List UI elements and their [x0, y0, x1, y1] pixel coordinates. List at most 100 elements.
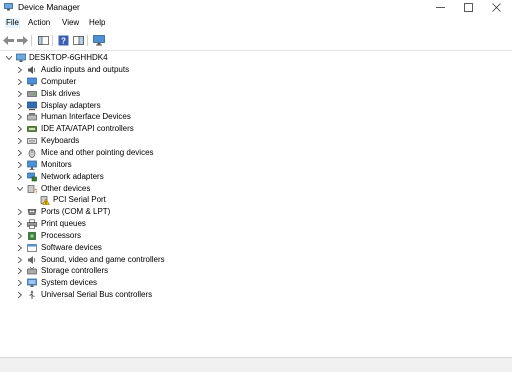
chevron-right-icon[interactable] — [16, 254, 24, 266]
warning-device-icon: ! — [40, 196, 50, 205]
tree-category-item[interactable]: Software devices — [0, 242, 260, 254]
disk-icon — [27, 90, 37, 97]
properties-button[interactable] — [71, 34, 85, 47]
ide-icon — [27, 126, 37, 133]
usb-icon — [29, 290, 35, 300]
network-icon — [27, 172, 37, 181]
tree-item-label: Processors — [41, 230, 82, 240]
chevron-right-icon[interactable] — [16, 88, 24, 100]
tree-root[interactable]: DESKTOP-6GHHDK4 — [0, 52, 200, 64]
tree-category-item[interactable]: Keyboards — [0, 135, 260, 147]
tree-item-label: Other devices — [41, 183, 91, 193]
chevron-right-icon[interactable] — [16, 289, 24, 301]
chevron-right-icon[interactable] — [16, 147, 24, 159]
tree-category-item[interactable]: System devices — [0, 277, 260, 289]
tree-root-label: DESKTOP-6GHHDK4 — [29, 53, 108, 62]
tree-category-item[interactable]: Disk drives — [0, 88, 260, 100]
tree-item-label: IDE ATA/ATAPI controllers — [41, 124, 134, 134]
tree-category-item[interactable]: Sound, video and game controllers — [0, 254, 260, 266]
chevron-right-icon[interactable] — [16, 159, 24, 171]
computer-icon — [27, 77, 37, 86]
chevron-down-icon[interactable] — [5, 52, 13, 64]
tree-item-label: Ports (COM & LPT) — [41, 207, 111, 217]
device-tree: DESKTOP-6GHHDK4 Audio inputs and outputs… — [0, 51, 512, 356]
chevron-right-icon[interactable] — [16, 64, 24, 76]
menu-action[interactable]: Action — [27, 18, 51, 28]
forward-arrow-icon — [16, 36, 28, 45]
chevron-right-icon[interactable] — [16, 100, 24, 112]
chevron-right-icon[interactable] — [16, 206, 24, 218]
tree-category-item[interactable]: Storage controllers — [0, 265, 260, 277]
chevron-right-icon[interactable] — [16, 265, 24, 277]
minimize-icon — [435, 7, 445, 8]
hid-icon — [27, 113, 37, 121]
title-bar: Device Manager — [0, 0, 512, 15]
tree-category-item[interactable]: IDE ATA/ATAPI controllers — [0, 123, 260, 135]
tree-item-label: Monitors — [41, 159, 72, 169]
tree-category-item[interactable]: Monitors — [0, 159, 260, 171]
status-bar — [0, 357, 512, 372]
processor-icon — [28, 232, 36, 240]
tree-item-label: Audio inputs and outputs — [41, 65, 130, 74]
tree-category-item[interactable]: Audio inputs and outputs — [0, 64, 260, 76]
chevron-right-icon[interactable] — [16, 135, 24, 147]
tree-category-item[interactable]: Human Interface Devices — [0, 111, 260, 123]
tree-category-item[interactable]: Computer — [0, 76, 260, 88]
properties-pane-icon — [72, 36, 84, 45]
chevron-right-icon[interactable] — [16, 242, 24, 254]
help-button[interactable]: ? — [56, 34, 70, 47]
chevron-right-icon[interactable] — [16, 277, 24, 289]
tree-category-item[interactable]: Ports (COM & LPT) — [0, 206, 260, 218]
chevron-right-icon[interactable] — [16, 123, 24, 135]
menu-help[interactable]: Help — [88, 18, 106, 28]
tree-item-label: Mice and other pointing devices — [41, 147, 154, 157]
tree-item-label: Software devices — [41, 242, 102, 252]
tree-category-item[interactable]: Print queues — [0, 218, 260, 230]
tree-item-label: Network adapters — [41, 171, 104, 181]
tree-item-label: PCI Serial Port — [53, 195, 106, 205]
chevron-down-icon[interactable] — [16, 183, 24, 195]
tree-item-label: Sound, video and game controllers — [41, 254, 165, 264]
tree-category-item[interactable]: Universal Serial Bus controllers — [0, 289, 260, 301]
printer-icon — [27, 219, 37, 229]
scan-hardware-button[interactable] — [92, 34, 106, 47]
tree-item-label: Universal Serial Bus controllers — [41, 290, 153, 300]
monitor-icon — [27, 160, 37, 170]
maximize-icon — [463, 3, 473, 12]
mouse-icon — [28, 149, 36, 158]
chevron-right-icon[interactable] — [16, 171, 24, 183]
tree-category-item[interactable]: Display adapters — [0, 100, 260, 112]
tree-item-label: Disk drives — [41, 88, 81, 98]
tree-item-label: Computer — [41, 76, 77, 86]
close-button[interactable] — [480, 0, 512, 15]
menu-view[interactable]: View — [61, 18, 80, 28]
computer-root-icon — [16, 53, 26, 62]
chevron-right-icon[interactable] — [16, 218, 24, 230]
chevron-right-icon[interactable] — [16, 76, 24, 88]
system-icon — [27, 278, 37, 288]
port-icon — [27, 209, 37, 216]
tree-child-item[interactable]: ! PCI Serial Port — [0, 194, 260, 206]
chevron-right-icon[interactable] — [16, 111, 24, 123]
menu-file[interactable]: File — [5, 18, 20, 28]
tree-item-label: Keyboards — [41, 136, 80, 146]
forward-button[interactable] — [15, 34, 29, 47]
other-devices-icon: ? — [27, 184, 37, 194]
keyboard-icon — [27, 138, 37, 144]
show-hide-console-tree-button[interactable] — [36, 34, 50, 47]
tree-category-item[interactable]: ?Other devices — [0, 183, 260, 195]
storage-icon — [27, 267, 37, 275]
tree-item-label: Display adapters — [41, 100, 101, 110]
tree-item-label: System devices — [41, 278, 98, 288]
back-button[interactable] — [1, 34, 15, 47]
tree-category-item[interactable]: Processors — [0, 230, 260, 242]
menu-bar: File Action View Help — [0, 16, 512, 30]
tree-category-item[interactable]: Mice and other pointing devices — [0, 147, 260, 159]
svg-text:?: ? — [35, 189, 38, 194]
chevron-right-icon[interactable] — [16, 230, 24, 242]
tree-category-item[interactable]: Network adapters — [0, 171, 260, 183]
tree-item-label: Human Interface Devices — [41, 112, 131, 122]
tree-item-label: Print queues — [41, 219, 86, 229]
device-manager-app-icon — [4, 3, 13, 11]
window-title: Device Manager — [18, 2, 80, 12]
